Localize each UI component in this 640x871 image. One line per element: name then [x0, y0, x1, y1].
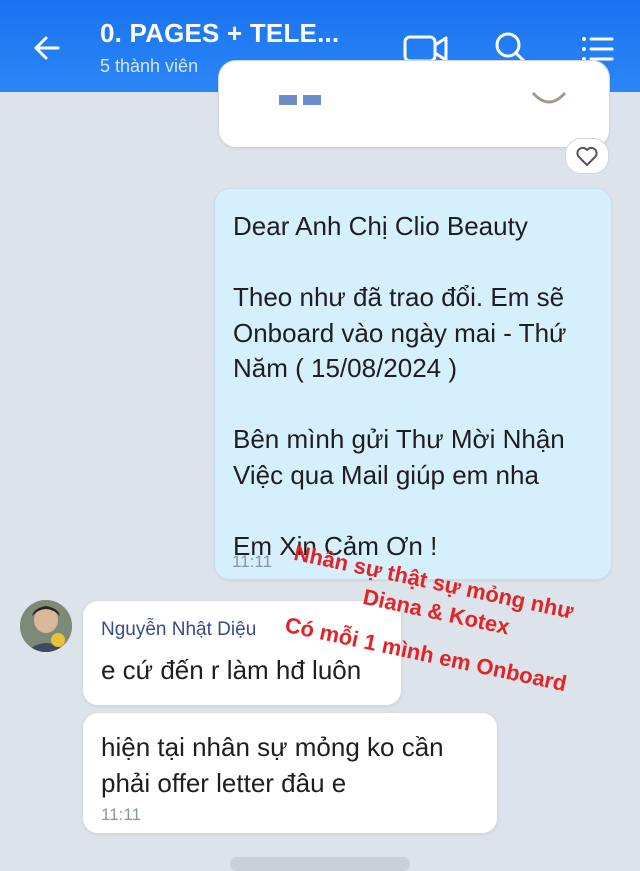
scroll-indicator — [230, 857, 410, 871]
image-fragment — [531, 91, 567, 104]
back-button[interactable] — [28, 28, 68, 68]
received-message-text: hiện tại nhân sự mỏng ko cần phải offer … — [101, 729, 444, 801]
message-line: Dear Anh Chị Clio Beauty — [233, 211, 528, 241]
back-arrow-icon — [34, 36, 60, 60]
image-fragment — [279, 95, 321, 105]
avatar[interactable] — [20, 600, 72, 652]
reaction-button[interactable] — [565, 138, 609, 174]
received-message-bubble[interactable]: hiện tại nhân sự mỏng ko cần phải offer … — [82, 712, 498, 834]
image-message-card[interactable] — [218, 60, 610, 148]
received-message-time: 11:11 — [101, 805, 142, 824]
message-line: Theo như đã trao đổi. Em sẽ — [233, 282, 565, 312]
sent-message-time: 11:11 — [232, 552, 273, 571]
chat-title[interactable]: 0. PAGES + TELE... — [100, 18, 339, 49]
heart-outline-icon — [576, 146, 598, 166]
message-line: hiện tại nhân sự mỏng ko cần — [101, 732, 444, 762]
sender-name[interactable]: Nguyễn Nhật Diệu — [101, 619, 256, 641]
message-line: Việc qua Mail giúp em nha — [233, 459, 539, 490]
message-line: Bên mình gửi Thư Mời Nhận — [233, 424, 565, 454]
avatar-image — [20, 600, 72, 652]
message-line: Onboard vào ngày mai - Thứ — [233, 317, 567, 348]
received-message-bubble[interactable]: Nguyễn Nhật Diệu e cứ đến r làm hđ luôn — [82, 600, 402, 706]
sent-message-text: Dear Anh Chị Clio Beauty Theo như đã tra… — [233, 209, 601, 564]
received-message-text: e cứ đến r làm hđ luôn — [101, 655, 362, 685]
message-line: phải offer letter đâu e — [101, 768, 347, 798]
message-line: Năm ( 15/08/2024 ) — [233, 353, 458, 383]
member-count[interactable]: 5 thành viên — [100, 56, 198, 77]
message-line: Em Xin Cảm Ơn ! — [233, 530, 438, 561]
sent-message-bubble[interactable]: Dear Anh Chị Clio Beauty Theo như đã tra… — [214, 188, 612, 580]
